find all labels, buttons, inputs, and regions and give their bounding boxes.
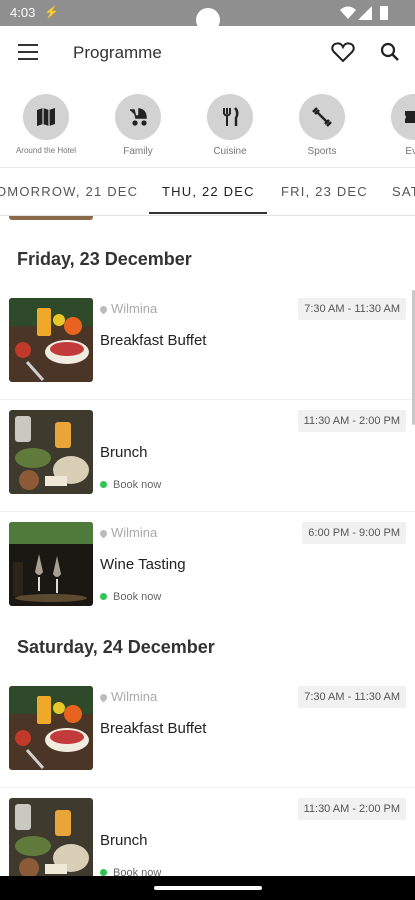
category-label: Around the Hotel (15, 146, 77, 155)
category-around-the-hotel[interactable]: Around the Hotel (11, 94, 81, 155)
availability-dot-icon (100, 593, 107, 600)
breakfast-image (9, 686, 93, 770)
availability-dot-icon (100, 869, 107, 876)
breakfast-image (9, 298, 93, 382)
tab-fri-23-dec[interactable]: FRI, 23 DEC (281, 184, 368, 199)
category-sports[interactable]: Sports (287, 94, 357, 157)
heart-icon[interactable] (331, 41, 355, 63)
event-name: Brunch (100, 832, 148, 849)
availability-dot-icon (100, 481, 107, 488)
event-time: 7:30 AM - 11:30 AM (298, 298, 406, 320)
tab-thu-22-dec[interactable]: THU, 22 DEC (162, 184, 255, 199)
event-card[interactable]: Wilmina 6:00 PM - 9:00 PM Wine Tasting B… (0, 522, 415, 626)
brunch-image (9, 798, 93, 882)
divider (0, 787, 415, 788)
event-name: Brunch (100, 444, 148, 461)
wifi-icon (340, 6, 356, 19)
category-bar: Around the Hotel Family Cuisine Sports E… (0, 82, 415, 168)
status-bar: 4:03 ⚡ (0, 0, 415, 32)
stroller-icon (115, 94, 161, 140)
event-time: 11:30 AM - 2:00 PM (297, 798, 406, 820)
category-events[interactable]: Eve (379, 94, 415, 157)
location-pin-icon (98, 304, 109, 315)
wine-tasting-image (9, 522, 93, 606)
event-time: 7:30 AM - 11:30 AM (298, 686, 406, 708)
event-name: Breakfast Buffet (100, 332, 207, 349)
divider (0, 399, 415, 400)
alert-icon: ⚡ (44, 5, 59, 19)
cutlery-icon (207, 94, 253, 140)
event-name: Breakfast Buffet (100, 720, 207, 737)
status-time: 4:03 (10, 5, 36, 20)
ticket-icon (391, 94, 415, 140)
category-label: Eve (405, 146, 415, 157)
battery-icon (380, 6, 388, 20)
location-pin-icon (98, 692, 109, 703)
signal-icon (358, 6, 372, 20)
previous-event-thumbnail (9, 216, 93, 220)
search-icon[interactable] (379, 41, 401, 63)
event-location: Wilmina (98, 301, 157, 316)
category-label: Cuisine (213, 146, 247, 157)
category-family[interactable]: Family (103, 94, 173, 157)
section-title: Friday, 23 December (17, 249, 192, 269)
event-card[interactable]: 11:30 AM - 2:00 PM Brunch Book now (0, 410, 415, 514)
event-name: Wine Tasting (100, 556, 186, 573)
tab-sat[interactable]: SAT (392, 184, 415, 199)
divider (0, 511, 415, 512)
category-cuisine[interactable]: Cuisine (195, 94, 265, 157)
map-icon (23, 94, 69, 140)
tab-tomorrow[interactable]: OMORROW, 21 DEC (0, 184, 138, 199)
page-title: Programme (73, 43, 162, 62)
app-bar: Programme (0, 26, 415, 82)
book-now-link[interactable]: Book now (100, 591, 161, 603)
book-now-link[interactable]: Book now (100, 479, 161, 491)
system-nav-bar (0, 876, 415, 900)
active-tab-indicator (149, 212, 267, 214)
brunch-image (9, 410, 93, 494)
section-title: Saturday, 24 December (17, 637, 215, 657)
event-time: 6:00 PM - 9:00 PM (302, 522, 406, 544)
dumbbell-icon (299, 94, 345, 140)
event-location: Wilmina (98, 689, 157, 704)
category-label: Family (123, 146, 153, 157)
menu-icon[interactable] (18, 44, 38, 60)
category-label: Sports (307, 146, 337, 157)
event-card[interactable]: Wilmina 7:30 AM - 11:30 AM Breakfast Buf… (0, 298, 415, 402)
event-card[interactable]: Wilmina 7:30 AM - 11:30 AM Breakfast Buf… (0, 686, 415, 790)
event-time: 11:30 AM - 2:00 PM (297, 410, 406, 432)
date-tabs: OMORROW, 21 DEC THU, 22 DEC FRI, 23 DEC … (0, 168, 415, 216)
location-pin-icon (98, 528, 109, 539)
home-gesture-handle[interactable] (154, 886, 262, 890)
event-location: Wilmina (98, 525, 157, 540)
